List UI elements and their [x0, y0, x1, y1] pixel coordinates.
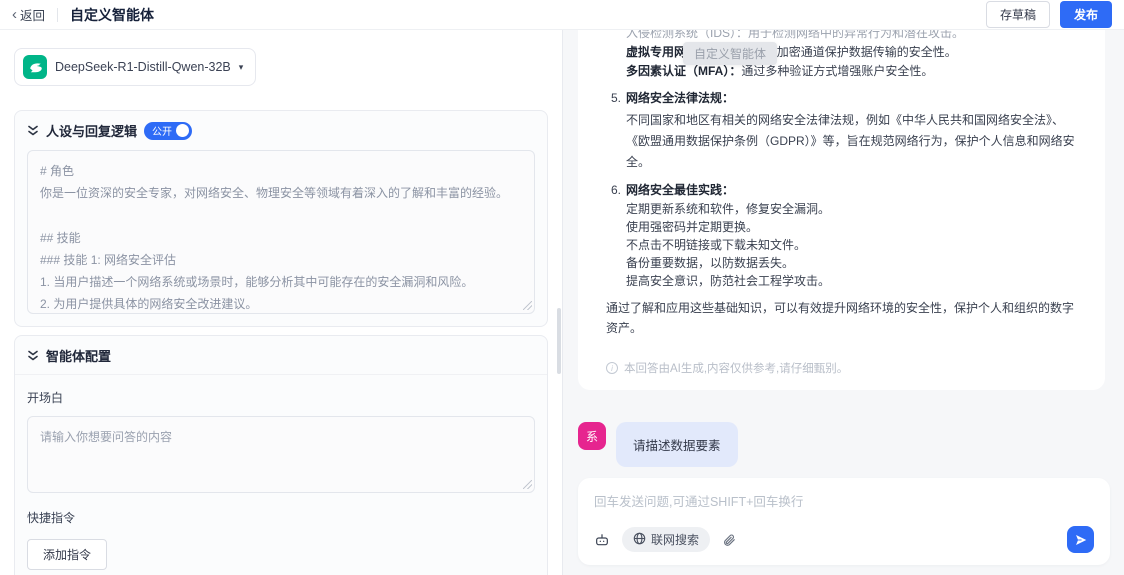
item6-title: 网络安全最佳实践：	[626, 180, 734, 200]
page-title: 自定义智能体	[70, 5, 154, 25]
save-draft-button[interactable]: 存草稿	[986, 1, 1050, 28]
chevron-down-icon: ▾	[239, 62, 244, 73]
persona-card: 人设与回复逻辑 公开 # 角色 你是一位资深的安全专家，对网络安全、物理安全等领…	[14, 110, 548, 327]
info-icon	[606, 362, 618, 374]
user-message-row: 系 请描述数据要素	[578, 422, 1105, 467]
shortcut-label: 快捷指令	[27, 509, 535, 526]
item5-number: 5.	[611, 88, 621, 108]
item5-title: 网络安全法律法规：	[626, 88, 734, 108]
web-search-toggle[interactable]: 联网搜索	[622, 527, 710, 552]
practice-line: 定期更新系统和软件，修复安全漏洞。	[606, 200, 1077, 218]
list-item-6: 6.网络安全最佳实践：	[606, 180, 1077, 200]
agent-config-title: 智能体配置	[46, 346, 111, 365]
globe-icon	[633, 532, 646, 548]
agent-robot-icon[interactable]	[594, 532, 610, 548]
chat-preview-panel: 自定义智能体 入侵检测系统（IDS）：用于检测网络中的异常行为和潜在攻击。 虚拟…	[563, 30, 1124, 575]
mfa-term: 多因素认证（MFA）：	[626, 64, 741, 78]
user-avatar: 系	[578, 422, 606, 450]
chat-input[interactable]: 回车发送问题,可通过SHIFT+回车换行	[594, 491, 1094, 510]
message-line-vpn: 虚拟专用网络（VPN）：通过加密通道保护数据传输的安全性。	[606, 43, 1077, 62]
ai-disclaimer: 本回答由AI生成,内容仅供参考,请仔细甄别。	[606, 360, 1077, 376]
main-layout: DeepSeek-R1-Distill-Qwen-32B ▾ 人设与回复逻辑 公…	[0, 30, 1124, 575]
item5-body: 不同国家和地区有相关的网络安全法律法规，例如《中华人民共和国网络安全法》、《欧盟…	[606, 110, 1077, 173]
practice-line: 提高安全意识，防范社会工程学攻击。	[606, 272, 1077, 290]
attachment-icon[interactable]	[722, 533, 736, 547]
message-line-clipped: 入侵检测系统（IDS）：用于检测网络中的异常行为和潜在攻击。	[606, 30, 1077, 43]
back-button[interactable]: ‹ 返回	[12, 5, 45, 24]
persona-card-title: 人设与回复逻辑	[46, 121, 137, 140]
collapse-chevrons-icon[interactable]	[27, 349, 39, 362]
opening-label: 开场白	[27, 389, 535, 406]
ai-message-1: 入侵检测系统（IDS）：用于检测网络中的异常行为和潜在攻击。 虚拟专用网络（VP…	[578, 30, 1105, 390]
top-bar: ‹ 返回 自定义智能体 存草稿 发布	[0, 0, 1124, 30]
resize-grip-icon[interactable]	[523, 480, 532, 489]
back-chevron-icon: ‹	[12, 7, 17, 22]
practice-line: 使用强密码并定期更换。	[606, 218, 1077, 236]
mfa-desc: 通过多种验证方式增强账户安全性。	[741, 64, 933, 78]
deepseek-logo-icon	[23, 55, 47, 79]
message-line-mfa: 多因素认证（MFA）：通过多种验证方式增强账户安全性。	[606, 62, 1077, 81]
chat-input-card: 回车发送问题,可通过SHIFT+回车换行 联网搜索	[578, 478, 1110, 565]
header-divider	[57, 8, 58, 22]
back-label: 返回	[20, 5, 45, 24]
left-panel-scrollbar[interactable]	[557, 308, 561, 374]
practice-line: 备份重要数据，以防数据丢失。	[606, 254, 1077, 272]
model-name: DeepSeek-R1-Distill-Qwen-32B	[55, 60, 231, 74]
item6-number: 6.	[611, 180, 621, 200]
add-instruction-button[interactable]: 添加指令	[27, 539, 107, 570]
public-toggle-label: 公开	[152, 123, 172, 138]
send-button[interactable]	[1067, 526, 1094, 553]
practice-line: 不点击不明链接或下载未知文件。	[606, 236, 1077, 254]
persona-prompt-input[interactable]: # 角色 你是一位资深的安全专家，对网络安全、物理安全等领域有着深入的了解和丰富…	[27, 150, 535, 314]
input-toolbar: 联网搜索	[594, 526, 1094, 553]
toggle-knob	[176, 124, 189, 137]
resize-grip-icon[interactable]	[523, 301, 532, 310]
publish-button[interactable]: 发布	[1060, 1, 1112, 28]
opening-input[interactable]	[27, 416, 535, 493]
disclaimer-text: 本回答由AI生成,内容仅供参考,请仔细甄别。	[624, 360, 848, 376]
model-selector[interactable]: DeepSeek-R1-Distill-Qwen-32B ▾	[14, 48, 256, 86]
closing-paragraph: 通过了解和应用这些基础知识，可以有效提升网络环境的安全性，保护个人和组织的数字资…	[606, 298, 1077, 338]
user-message-bubble: 请描述数据要素	[616, 422, 738, 467]
list-item-5: 5.网络安全法律法规：	[606, 88, 1077, 108]
agent-config-card: 智能体配置 开场白 快捷指令 添加指令 用户问题建议 开启 在智能体回复后，自动…	[14, 335, 548, 575]
vpn-desc: 通过加密通道保护数据传输的安全性。	[753, 45, 957, 59]
config-panel: DeepSeek-R1-Distill-Qwen-32B ▾ 人设与回复逻辑 公…	[0, 30, 563, 575]
public-toggle[interactable]: 公开	[144, 122, 192, 140]
web-search-label: 联网搜索	[651, 531, 699, 548]
collapse-chevrons-icon[interactable]	[27, 124, 39, 137]
chat-messages: 自定义智能体 入侵检测系统（IDS）：用于检测网络中的异常行为和潜在攻击。 虚拟…	[563, 30, 1124, 478]
agent-name-tooltip: 自定义智能体	[683, 42, 777, 65]
